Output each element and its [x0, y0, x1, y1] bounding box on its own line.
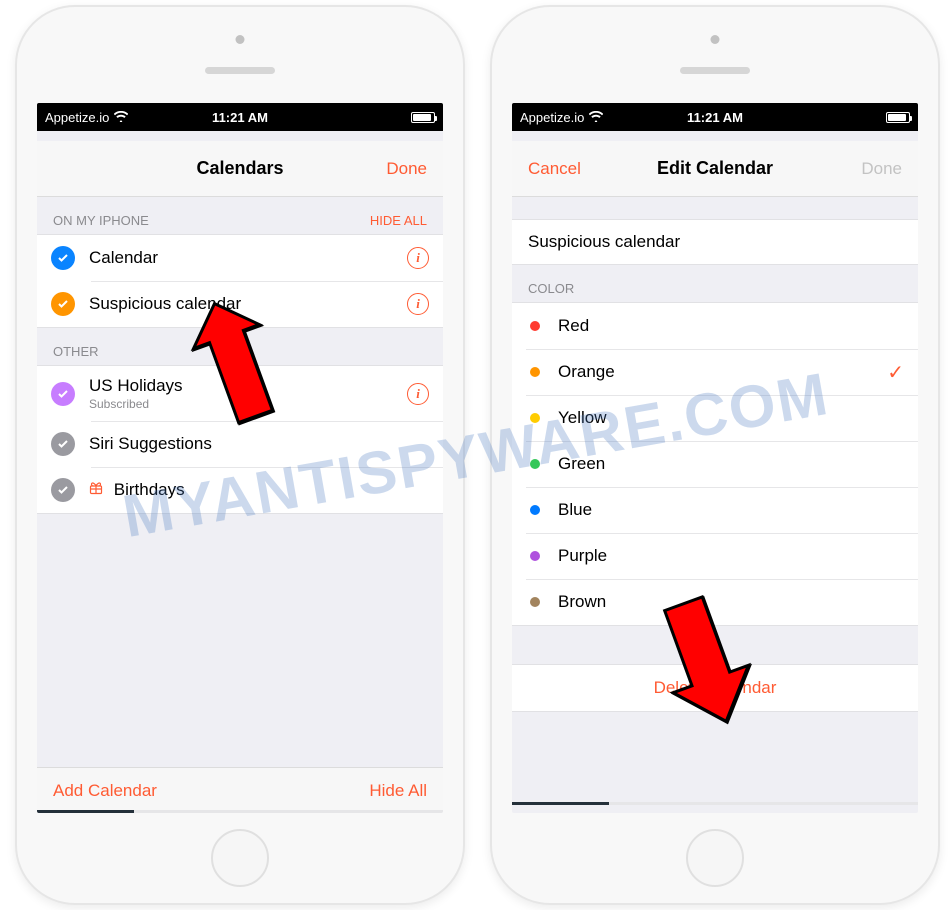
calendar-label: Siri Suggestions — [89, 434, 429, 454]
color-label: Green — [558, 454, 904, 474]
done-button[interactable]: Done — [386, 159, 427, 179]
color-dot-icon — [530, 597, 540, 607]
section-label: OTHER — [53, 344, 99, 359]
section-header-other: OTHER — [37, 328, 443, 365]
section-header-iphone: ON MY IPHONE HIDE ALL — [37, 197, 443, 234]
status-time: 11:21 AM — [212, 110, 268, 125]
color-dot-icon — [530, 459, 540, 469]
add-calendar-button[interactable]: Add Calendar — [53, 781, 157, 801]
progress-bar — [512, 802, 918, 805]
color-row-purple[interactable]: Purple — [512, 533, 918, 579]
calendar-row-suspicious[interactable]: Suspicious calendar i — [37, 281, 443, 327]
color-row-blue[interactable]: Blue — [512, 487, 918, 533]
phone-top-bezel — [15, 5, 465, 103]
calendar-name-input[interactable]: Suspicious calendar — [512, 219, 918, 265]
nav-bar: Cancel Edit Calendar Done — [512, 141, 918, 197]
front-camera-icon — [236, 35, 245, 44]
calendar-row-holidays[interactable]: US Holidays Subscribed i — [37, 366, 443, 421]
phone-bottom-bezel — [490, 813, 940, 905]
done-button[interactable]: Done — [861, 159, 902, 179]
color-row-orange[interactable]: Orange ✓ — [512, 349, 918, 395]
carrier-label: Appetize.io — [45, 110, 109, 125]
section-label: ON MY IPHONE — [53, 213, 149, 228]
color-label: Purple — [558, 546, 904, 566]
checkmark-icon — [51, 478, 75, 502]
color-dot-icon — [530, 413, 540, 423]
color-label: Yellow — [558, 408, 904, 428]
delete-calendar-button[interactable]: Delete Calendar — [512, 664, 918, 712]
checkmark-icon — [51, 246, 75, 270]
color-row-green[interactable]: Green — [512, 441, 918, 487]
cancel-button[interactable]: Cancel — [528, 159, 581, 179]
calendar-row-calendar[interactable]: Calendar i — [37, 235, 443, 281]
bottom-toolbar: Add Calendar Hide All — [37, 767, 443, 813]
checkmark-icon — [51, 432, 75, 456]
calendar-label: Birthdays — [89, 480, 429, 500]
home-button[interactable] — [686, 829, 744, 887]
info-icon[interactable]: i — [407, 293, 429, 315]
battery-icon — [886, 112, 910, 123]
carrier-label: Appetize.io — [520, 110, 584, 125]
wifi-icon — [589, 110, 603, 125]
section-header-color: COLOR — [512, 265, 918, 302]
wifi-icon — [114, 110, 128, 125]
calendar-label: Calendar — [89, 248, 407, 268]
color-row-red[interactable]: Red — [512, 303, 918, 349]
speaker-grille-icon — [205, 67, 275, 74]
info-icon[interactable]: i — [407, 247, 429, 269]
color-label: Orange — [558, 362, 887, 382]
color-dot-icon — [530, 367, 540, 377]
status-bar: Appetize.io 11:21 AM — [37, 103, 443, 131]
checkmark-icon — [51, 382, 75, 406]
calendar-row-siri[interactable]: Siri Suggestions — [37, 421, 443, 467]
screen-left: Appetize.io 11:21 AM Calendars Done ON M… — [37, 103, 443, 813]
home-button[interactable] — [211, 829, 269, 887]
color-row-brown[interactable]: Brown — [512, 579, 918, 625]
speaker-grille-icon — [680, 67, 750, 74]
color-label: Brown — [558, 592, 904, 612]
color-dot-icon — [530, 551, 540, 561]
nav-bar: Calendars Done — [37, 141, 443, 197]
calendar-label: Suspicious calendar — [89, 294, 407, 314]
section-label: COLOR — [528, 281, 574, 296]
checkmark-icon — [51, 292, 75, 316]
color-label: Red — [558, 316, 904, 336]
front-camera-icon — [711, 35, 720, 44]
phone-bottom-bezel — [15, 813, 465, 905]
calendar-row-birthdays[interactable]: Birthdays — [37, 467, 443, 513]
calendar-label: US Holidays Subscribed — [89, 376, 407, 411]
color-dot-icon — [530, 505, 540, 515]
screen-right: Appetize.io 11:21 AM Cancel Edit Calenda… — [512, 103, 918, 813]
status-time: 11:21 AM — [687, 110, 743, 125]
phone-frame-left: Appetize.io 11:21 AM Calendars Done ON M… — [15, 5, 465, 905]
subscribed-label: Subscribed — [89, 397, 407, 411]
color-row-yellow[interactable]: Yellow — [512, 395, 918, 441]
hide-all-button[interactable]: Hide All — [369, 781, 427, 801]
color-label: Blue — [558, 500, 904, 520]
phone-frame-right: Appetize.io 11:21 AM Cancel Edit Calenda… — [490, 5, 940, 905]
page-title: Calendars — [196, 158, 283, 179]
gift-icon — [89, 481, 103, 495]
checkmark-icon: ✓ — [887, 360, 904, 385]
page-title: Edit Calendar — [657, 158, 773, 179]
status-bar: Appetize.io 11:21 AM — [512, 103, 918, 131]
info-icon[interactable]: i — [407, 383, 429, 405]
phone-top-bezel — [490, 5, 940, 103]
battery-icon — [411, 112, 435, 123]
hide-all-button[interactable]: HIDE ALL — [370, 213, 427, 228]
color-dot-icon — [530, 321, 540, 331]
